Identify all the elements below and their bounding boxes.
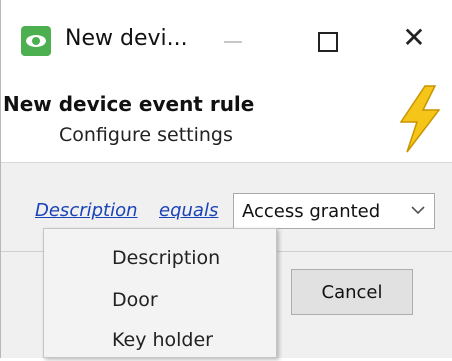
close-icon: ✕: [402, 21, 426, 54]
field-dropdown-menu: Description Door Key holder: [43, 228, 277, 358]
page-title: New device event rule: [3, 92, 255, 116]
title-bar[interactable]: New devi... ✕: [1, 0, 452, 78]
maximize-icon: [318, 32, 338, 52]
menu-item-label: Door: [112, 289, 158, 311]
maximize-button[interactable]: [299, 14, 353, 68]
close-button[interactable]: ✕: [387, 14, 441, 68]
dialog-window: New devi... ✕ New device event rule Conf…: [0, 0, 452, 358]
eye-icon: [21, 26, 51, 56]
menu-item-door[interactable]: Door: [44, 281, 276, 321]
page-subtitle: Configure settings: [59, 124, 233, 146]
value-select[interactable]: Access granted: [233, 193, 435, 229]
menu-item-label: Description: [112, 247, 221, 269]
eye-icon-pupil: [32, 37, 40, 45]
menu-item-label: Key holder: [112, 329, 213, 351]
field-link-description[interactable]: Description: [35, 200, 138, 221]
operator-link-equals[interactable]: equals: [159, 200, 218, 221]
cancel-button[interactable]: Cancel: [291, 269, 413, 315]
minimize-button[interactable]: [206, 14, 260, 68]
dialog-header: New device event rule Configure settings: [1, 78, 452, 162]
menu-item-key-holder[interactable]: Key holder: [44, 321, 276, 361]
window-title: New devi...: [65, 26, 188, 51]
minimize-icon: [224, 41, 242, 43]
lightning-bolt-icon: [399, 85, 441, 153]
value-select-text: Access granted: [242, 201, 381, 222]
menu-item-description[interactable]: Description: [44, 239, 276, 279]
chevron-down-icon: [411, 206, 425, 215]
